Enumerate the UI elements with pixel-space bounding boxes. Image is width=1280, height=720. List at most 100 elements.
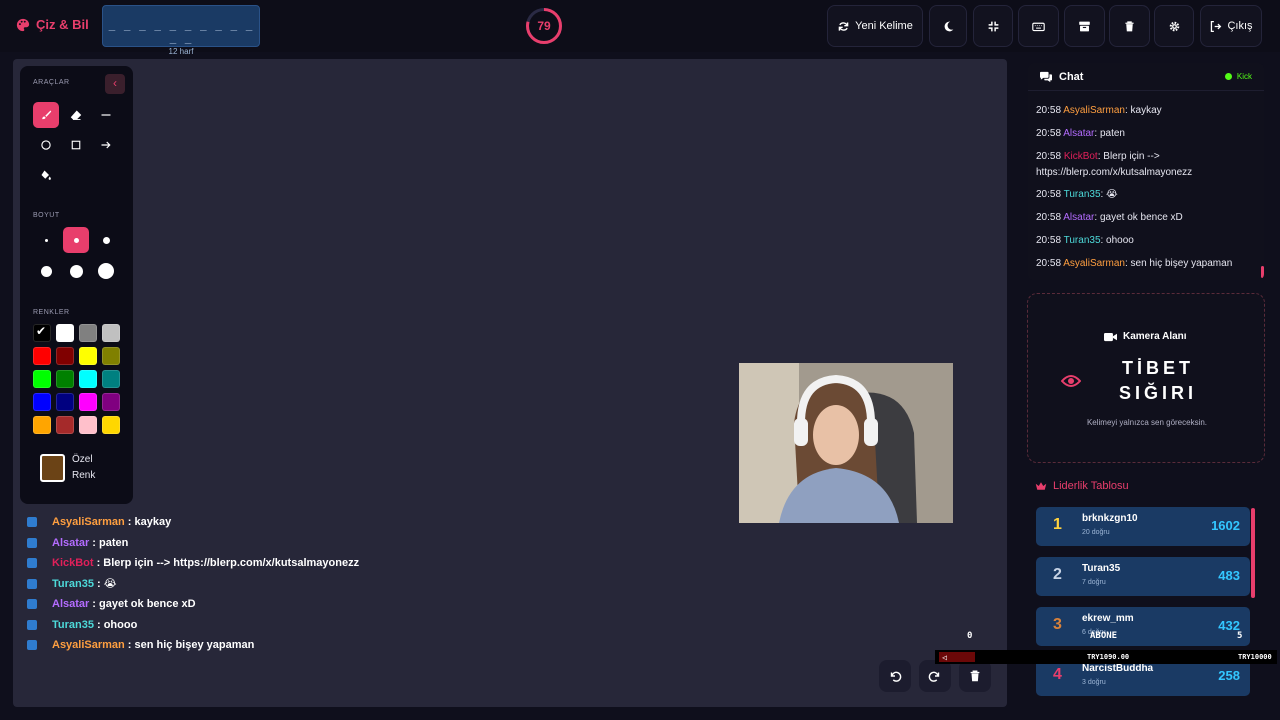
leaderboard-scrollbar[interactable] xyxy=(1251,508,1255,598)
chat-time: 20:58 xyxy=(1036,212,1064,223)
chat-header: Chat Kick xyxy=(1028,63,1264,91)
color-swatch[interactable] xyxy=(102,347,120,365)
rectangle-tool[interactable] xyxy=(63,132,89,158)
timer-value: 79 xyxy=(537,19,551,33)
streamer-webcam xyxy=(739,363,953,523)
line-tool[interactable] xyxy=(93,102,119,128)
overlay-chat-row: Alsatar : gayet ok bence xD xyxy=(27,594,359,615)
undo-button[interactable] xyxy=(879,660,911,692)
size-option-3[interactable] xyxy=(93,227,119,253)
badge-icon xyxy=(27,558,37,569)
color-swatch[interactable] xyxy=(102,416,120,434)
overlay-chat-row: KickBot : Blerp için --> https://blerp.c… xyxy=(27,553,359,574)
size-option-1[interactable] xyxy=(33,227,59,253)
color-swatch[interactable] xyxy=(79,324,97,342)
leaderboard-row: 1 brknkzgn10 20 doğru 1602 xyxy=(1036,507,1250,546)
subscriber-goal-bar: 0 ABONE 5 ◁ TRY1090.00 TRY10000 xyxy=(935,628,1277,668)
leaderboard-row: 2 Turan35 7 doğru 483 xyxy=(1036,557,1250,596)
secret-word-hint: Kelimeyi yalnızca sen göreceksin. xyxy=(1086,418,1208,427)
chat-scrollbar[interactable] xyxy=(1261,266,1264,278)
chat-text: : 😭 xyxy=(1100,189,1118,200)
fullscreen-button[interactable] xyxy=(973,5,1013,47)
color-swatch[interactable] xyxy=(56,347,74,365)
overlay-chat-text: : ohooo xyxy=(96,618,138,631)
chat-message: 20:58 Turan35: 😭 xyxy=(1036,187,1246,203)
app-logo: Çiz & Bil xyxy=(16,17,89,32)
new-word-button[interactable]: Yeni Kelime xyxy=(827,5,923,47)
color-swatch[interactable] xyxy=(79,416,97,434)
color-swatch[interactable] xyxy=(56,324,74,342)
trash-icon xyxy=(970,670,980,682)
size-option-4[interactable] xyxy=(33,258,59,284)
color-swatch[interactable] xyxy=(33,416,51,434)
chat-message: 20:58 Turan35: ohooo xyxy=(1036,233,1246,249)
brush-tool[interactable] xyxy=(33,102,59,128)
size-section-title: BOYUT xyxy=(33,212,60,219)
color-swatch[interactable] xyxy=(102,324,120,342)
overlay-chat-user: Turan35 xyxy=(52,577,94,590)
color-swatch[interactable] xyxy=(56,370,74,388)
chat-text: : gayet ok bence xD xyxy=(1094,212,1183,223)
goal-label: ABONE xyxy=(1090,631,1118,641)
colors-section-title: RENKLER xyxy=(33,309,70,316)
palette-icon xyxy=(16,18,30,31)
theme-toggle-button[interactable] xyxy=(929,5,967,47)
badge-icon xyxy=(27,599,37,610)
fill-tool[interactable] xyxy=(33,162,59,188)
color-swatch[interactable] xyxy=(102,370,120,388)
camera-label-text: Kamera Alanı xyxy=(1123,331,1187,342)
exit-button[interactable]: Çıkış xyxy=(1200,5,1262,47)
chat-text: : paten xyxy=(1094,128,1125,139)
leaderboard-score: 258 xyxy=(1218,668,1240,683)
color-swatch[interactable] xyxy=(102,393,120,411)
chevron-left-icon: ‹ xyxy=(113,76,117,90)
secret-word-line-2: SIĞIRI xyxy=(1118,383,1197,403)
chat-text: : sen hiç bişey yapaman xyxy=(1124,258,1233,269)
top-bar: Çiz & Bil _ _ _ _ _ _ _ _ _ _ _ _ 12 har… xyxy=(0,0,1280,56)
overlay-chat-text: : 😭 xyxy=(96,578,117,591)
badge-icon xyxy=(27,537,37,548)
overlay-chat-text: : gayet ok bence xD xyxy=(92,598,196,611)
leaderboard-title: Liderlik Tablosu xyxy=(1053,480,1129,492)
leaderboard-correct-count: 20 doğru xyxy=(1082,529,1110,536)
overlay-chat-user: AsyaliSarman xyxy=(52,639,125,652)
chat-message: 20:58 AsyaliSarman: sen hiç bişey yapama… xyxy=(1036,256,1246,272)
masked-word: _ _ _ _ _ _ _ _ _ _ _ _ xyxy=(108,18,254,44)
size-option-6[interactable] xyxy=(93,258,119,284)
color-swatch[interactable] xyxy=(79,347,97,365)
color-swatch[interactable] xyxy=(79,370,97,388)
webcam-image xyxy=(739,363,953,523)
color-swatch[interactable] xyxy=(33,370,51,388)
clear-button[interactable] xyxy=(1109,5,1150,47)
size-option-5[interactable] xyxy=(63,258,89,284)
archive-icon xyxy=(1079,21,1090,31)
keyboard-button[interactable] xyxy=(1018,5,1059,47)
goal-target: TRY10000 xyxy=(1238,653,1272,661)
color-swatch[interactable] xyxy=(33,393,51,411)
arrow-tool[interactable] xyxy=(93,132,119,158)
paint-bucket-icon xyxy=(41,170,51,180)
color-swatch[interactable] xyxy=(79,393,97,411)
arrow-right-icon xyxy=(101,141,111,149)
overlay-chat: AsyaliSarman : kaykay Alsatar : paten Kick… xyxy=(27,512,359,656)
eraser-tool[interactable] xyxy=(63,102,89,128)
chat-time: 20:58 xyxy=(1036,151,1064,162)
undo-icon xyxy=(890,671,902,682)
size-option-2[interactable] xyxy=(63,227,89,253)
chat-user: Turan35 xyxy=(1063,189,1101,200)
custom-color-button[interactable] xyxy=(40,454,65,482)
color-swatch[interactable] xyxy=(56,416,74,434)
chat-time: 20:58 xyxy=(1036,235,1064,246)
archive-button[interactable] xyxy=(1064,5,1105,47)
color-swatch[interactable] xyxy=(56,393,74,411)
camera-label: Kamera Alanı xyxy=(1104,331,1187,342)
chat-time: 20:58 xyxy=(1036,189,1064,200)
leaderboard-correct-count: 7 doğru xyxy=(1082,579,1106,586)
color-swatch[interactable] xyxy=(33,347,51,365)
collapse-panel-button[interactable]: ‹ xyxy=(105,74,125,94)
circle-tool[interactable] xyxy=(33,132,59,158)
overlay-chat-row: AsyaliSarman : kaykay xyxy=(27,512,359,533)
settings-button[interactable] xyxy=(1154,5,1194,47)
circle-icon xyxy=(41,140,51,150)
crown-icon xyxy=(1035,482,1047,490)
